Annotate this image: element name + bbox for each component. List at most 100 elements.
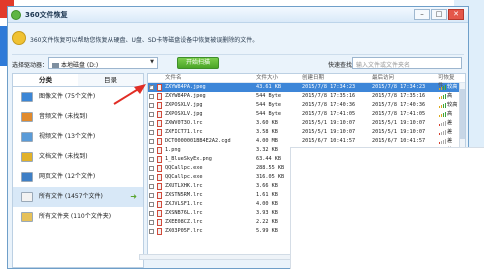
drive-value: 本地磁盘 (D:) <box>61 62 99 69</box>
column-header-created[interactable]: 创建日期 <box>302 74 372 82</box>
checkbox[interactable] <box>148 227 156 236</box>
checkbox[interactable] <box>148 110 156 119</box>
table-row[interactable]: ZXPOSXLV.jpg 544 Byte 2015/7/8 17:40:36 201… <box>148 101 465 110</box>
table-row[interactable]: ZXYW84PA.jpeg 43.61 KB 2015/7/8 17:34:23 20… <box>148 83 465 92</box>
cell-size: 544 Byte <box>256 102 281 108</box>
cell-accessed: 2015/5/1 19:10:07 <box>372 120 426 126</box>
sidebar-item-6[interactable]: 所有文件夹 (110个文件夹) <box>13 207 143 227</box>
category-icon <box>21 112 33 122</box>
checkbox[interactable] <box>148 146 156 155</box>
sidebar-item-label: 图像文件 (75个文件) <box>39 93 96 100</box>
scrollbar-thumb[interactable] <box>460 89 465 139</box>
column-header-name[interactable]: 文件名 <box>164 74 256 82</box>
table-row[interactable]: ZXFICT71.lrc 3.58 KB 2015/5/1 19:10:07 2015… <box>148 128 465 137</box>
red-arrow-annotation <box>113 84 146 105</box>
category-icon <box>21 152 33 162</box>
document-icon <box>157 165 162 172</box>
sidebar-item-label: 视频文件 (13个文件) <box>39 133 96 140</box>
recoverability-text: 高 <box>447 93 453 99</box>
cell-size: 4.00 MB <box>256 138 278 144</box>
toolbar: 选择驱动器： 本地磁盘 (D:) ▼ 开始扫描 快速查找 输入文件或文件夹名 <box>12 57 464 71</box>
table-row[interactable]: ZXYW84PA.jpeg 544 Byte 2015/7/8 17:35:16 20… <box>148 92 465 101</box>
cell-name: ZXPOSXLV.jpg <box>165 102 203 108</box>
scan-button[interactable]: 开始扫描 <box>177 57 219 69</box>
maximize-button[interactable]: □ <box>431 9 447 20</box>
recoverability-text: 差 <box>447 138 453 144</box>
document-icon <box>157 102 162 109</box>
category-icon <box>21 92 33 102</box>
table-row[interactable]: ZXPOSXLV.jpg 544 Byte 2015/7/8 17:41:05 201… <box>148 110 465 119</box>
document-icon <box>157 93 162 100</box>
category-icon <box>21 132 33 142</box>
sidebar-item-4[interactable]: 网页文件 (12个文件) <box>13 167 143 187</box>
cell-name: ZXFICT71.lrc <box>165 129 203 135</box>
sidebar-item-2[interactable]: 视频文件 (13个文件) <box>13 127 143 147</box>
table-row[interactable]: DCT0000001BB4E2A2.cgd 4.00 MB 2015/6/7 10:… <box>148 137 465 146</box>
cell-name: 1.png <box>165 147 181 153</box>
category-icon <box>21 212 33 222</box>
cell-recoverability: 高 <box>438 92 458 101</box>
file-icon <box>156 101 164 110</box>
overlay-panel <box>290 147 484 269</box>
sidebar-item-1[interactable]: 音频文件 (未找到) <box>13 107 143 127</box>
checkbox[interactable] <box>148 209 156 218</box>
cell-name: ZXSTN5RM.lrc <box>165 192 203 198</box>
column-header-accessed[interactable]: 最后访问 <box>372 74 438 82</box>
category-icon <box>21 172 33 182</box>
close-button[interactable]: ✕ <box>448 9 464 20</box>
cell-size: 43.61 KB <box>256 84 281 90</box>
file-icon <box>156 119 164 128</box>
signal-bars-icon <box>439 94 446 99</box>
checkbox[interactable] <box>148 137 156 146</box>
info-bar: 360文件恢复可以帮助您恢复从硬盘、U盘、SD卡等磁盘设备中恢复被误删除的文件。 <box>12 29 464 49</box>
category-list: 图像文件 (75个文件) 音频文件 (未找到) 视频文件 (13个文件) 文档文件 (… <box>13 87 143 227</box>
info-text: 360文件恢复可以帮助您恢复从硬盘、U盘、SD卡等磁盘设备中恢复被误删除的文件。 <box>30 37 259 44</box>
chevron-down-icon[interactable]: ▼ <box>148 59 156 67</box>
document-icon <box>157 138 162 145</box>
document-icon <box>157 129 162 136</box>
signal-bars-icon <box>439 139 446 144</box>
checkbox[interactable] <box>148 182 156 191</box>
sidebar-item-5[interactable]: 所有文件 (1457个文件) ➜ <box>13 187 143 207</box>
checkbox[interactable] <box>148 155 156 164</box>
document-icon <box>157 174 162 181</box>
cell-name: ZX03P05F.lrc <box>165 228 203 234</box>
cell-accessed: 2015/7/8 17:34:23 <box>372 84 426 90</box>
sidebar-item-label: 网页文件 (12个文件) <box>39 173 96 180</box>
checkbox[interactable] <box>148 128 156 137</box>
window-title: 360文件恢复 <box>25 11 68 19</box>
cell-name: ZXPOSXLV.jpg <box>165 111 203 117</box>
checkbox[interactable] <box>148 200 156 209</box>
cell-accessed: 2015/5/1 19:10:07 <box>372 129 426 135</box>
column-header-recoverability[interactable]: 可恢复性 <box>438 74 458 89</box>
table-row[interactable]: ZXWV0T3O.lrc 3.60 KB 2015/5/1 19:10:07 2015… <box>148 119 465 128</box>
cell-created: 2015/6/7 10:41:57 <box>302 138 356 144</box>
recoverability-text: 较高 <box>447 84 458 90</box>
drive-select[interactable]: 本地磁盘 (D:) ▼ <box>48 57 158 69</box>
cell-created: 2015/7/8 17:35:16 <box>302 93 356 99</box>
column-header-size[interactable]: 文件大小 <box>256 74 302 82</box>
checkbox[interactable] <box>148 191 156 200</box>
sidebar-item-3[interactable]: 文档文件 (未找到) <box>13 147 143 167</box>
sidebar-item-label: 音频文件 (未找到) <box>39 113 88 120</box>
checkbox[interactable] <box>148 164 156 173</box>
recoverability-text: 差 <box>447 120 453 126</box>
file-icon <box>156 182 164 191</box>
checkbox[interactable] <box>148 119 156 128</box>
title-bar[interactable]: 360文件恢复 – □ ✕ <box>8 7 468 23</box>
recoverability-text: 差 <box>447 129 453 135</box>
checkbox[interactable] <box>148 173 156 182</box>
minimize-button[interactable]: – <box>414 9 430 20</box>
cell-created: 2015/7/8 17:41:05 <box>302 111 356 117</box>
file-icon <box>156 218 164 227</box>
cell-name: ZXJVLSF1.lrc <box>165 201 203 207</box>
checkbox[interactable] <box>148 218 156 227</box>
signal-bars-icon <box>439 112 446 117</box>
tab-category[interactable]: 分类 <box>13 74 78 86</box>
cell-name: ZXUTLXHK.lrc <box>165 183 203 189</box>
sidebar-item-label: 所有文件夹 (110个文件夹) <box>39 213 112 220</box>
window-controls: – □ ✕ <box>414 9 464 20</box>
cell-name: ZXYW84PA.jpeg <box>165 93 206 99</box>
document-icon <box>157 219 162 226</box>
search-input[interactable]: 输入文件或文件夹名 <box>352 57 462 69</box>
